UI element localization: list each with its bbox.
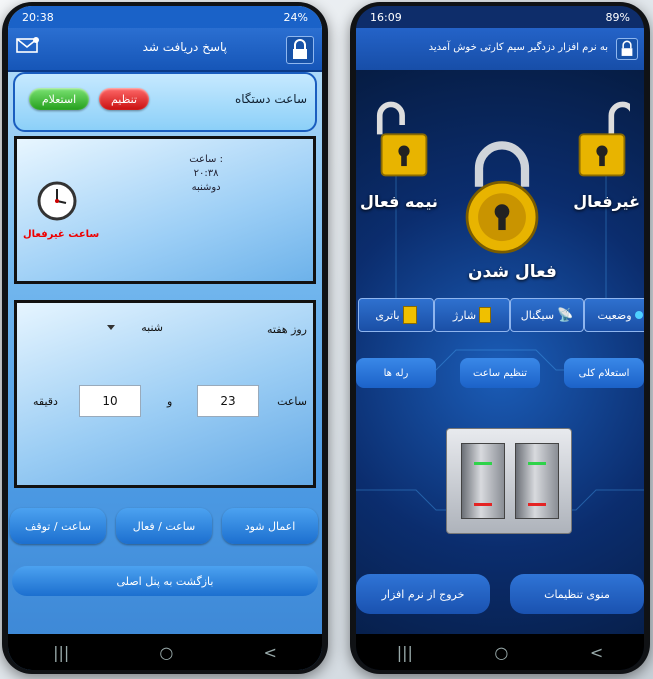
battery-tab[interactable]: باتری	[358, 298, 434, 332]
clock-time: ۲۰:۳۸	[193, 168, 219, 179]
query-button[interactable]: استعلام	[29, 88, 89, 110]
app-header: به نرم افزار دزدگیر سیم کارتی خوش آمدید	[356, 28, 644, 70]
query-all-button[interactable]: استعلام کلی	[564, 358, 644, 388]
clock-setter: روز هفته شنبه ساعت 23 و 10 دقیقه	[14, 300, 316, 488]
lock-icon[interactable]	[286, 36, 314, 64]
minute-label: دقیقه	[33, 395, 58, 408]
apply-button[interactable]: اعمال شود	[222, 508, 318, 544]
status-battery: 89%	[605, 10, 630, 24]
clock-off-button[interactable]: ساعت / توقف	[10, 508, 106, 544]
status-time: 20:38	[22, 10, 54, 24]
clock-day: دوشنبه	[191, 182, 221, 193]
status-tab[interactable]: وضعیت	[584, 298, 644, 332]
info-dot-icon	[634, 311, 643, 319]
nav-back-button[interactable]: <	[263, 643, 276, 662]
signal-tab[interactable]: سیگنال 📡	[510, 298, 584, 332]
status-battery: 24%	[283, 10, 308, 24]
sim-card-icon	[479, 307, 492, 323]
lock-on-label: فعال شدن	[468, 262, 557, 282]
charge-tab[interactable]: شارژ	[434, 298, 510, 332]
chevron-down-icon[interactable]	[107, 325, 115, 330]
status-time: 16:09	[370, 10, 402, 24]
relay-switch-1[interactable]	[461, 443, 505, 519]
and-label: و	[167, 395, 173, 408]
mail-icon[interactable]	[16, 36, 40, 54]
screen-right: 16:09 89% به نرم افزار دزدگیر سیم کارتی …	[356, 6, 644, 670]
settings-menu-button[interactable]: منوی تنظیمات	[510, 574, 644, 614]
status-bar: 16:09 89%	[356, 6, 644, 28]
nav-home-button[interactable]: ○	[159, 643, 173, 662]
half-locked-padlock-icon[interactable]	[376, 92, 432, 186]
lock-off-label: غیرفعال	[573, 192, 640, 211]
weekday-label: روز هفته	[266, 323, 307, 336]
back-to-main-button[interactable]: بازگشت به پنل اصلی	[12, 566, 318, 596]
clock-status: ساعت غیرفعال	[23, 229, 100, 240]
clock-title: ساعت :	[189, 154, 223, 165]
set-clock-button[interactable]: تنظیم ساعت	[460, 358, 540, 388]
screen-left: 20:38 24% پاسخ دریافت شد ساعت دستگاه تنظ…	[8, 6, 322, 670]
device-clock-panel: ساعت دستگاه تنظیم استعلام	[13, 72, 317, 132]
relay-switch-2[interactable]	[515, 443, 559, 519]
device-clock-label: ساعت دستگاه	[234, 92, 307, 106]
set-button[interactable]: تنظیم	[99, 88, 149, 110]
signal-tab-label: سیگنال	[520, 308, 555, 322]
header-title: پاسخ دریافت شد	[142, 40, 227, 54]
clock-icon	[37, 181, 77, 221]
phone-right: 16:09 89% به نرم افزار دزدگیر سیم کارتی …	[350, 2, 650, 674]
locked-padlock-icon[interactable]	[456, 134, 548, 258]
nav-back-button[interactable]: <	[590, 643, 603, 662]
clock-readout: ساعت : ۲۰:۳۸ دوشنبه	[189, 153, 223, 195]
battery-tab-label: باتری	[375, 308, 400, 322]
clock-display: ساعت : ۲۰:۳۸ دوشنبه ساعت غیرفعال	[14, 136, 316, 284]
nav-home-button[interactable]: ○	[494, 643, 508, 662]
nav-recent-button[interactable]: |||	[397, 643, 413, 662]
phone-left: 20:38 24% پاسخ دریافت شد ساعت دستگاه تنظ…	[2, 2, 328, 674]
time-label: ساعت	[277, 395, 307, 408]
exit-app-button[interactable]: خروج از نرم افزار	[356, 574, 490, 614]
nav-bar: ||| ○ <	[8, 634, 322, 670]
relay-switch-panel	[446, 428, 572, 534]
welcome-title: به نرم افزار دزدگیر سیم کارتی خوش آمدید	[428, 42, 608, 53]
clock-on-button[interactable]: ساعت / فعال	[116, 508, 212, 544]
status-bar: 20:38 24%	[8, 6, 322, 28]
app-header: پاسخ دریافت شد	[8, 28, 322, 72]
relays-button[interactable]: رله ها	[356, 358, 436, 388]
lock-half-label: نیمه فعال	[360, 192, 438, 211]
nav-bar: ||| ○ <	[356, 634, 644, 670]
weekday-select[interactable]: شنبه	[141, 321, 163, 334]
lock-icon[interactable]	[616, 38, 638, 60]
minute-input[interactable]: 10	[79, 385, 141, 417]
nav-recent-button[interactable]: |||	[53, 643, 69, 662]
hour-input[interactable]: 23	[197, 385, 259, 417]
charge-tab-label: شارژ	[452, 308, 477, 322]
unlocked-padlock-icon[interactable]	[574, 92, 630, 186]
satellite-icon: 📡	[557, 307, 574, 323]
status-tab-label: وضعیت	[597, 308, 632, 322]
battery-icon	[402, 306, 417, 324]
